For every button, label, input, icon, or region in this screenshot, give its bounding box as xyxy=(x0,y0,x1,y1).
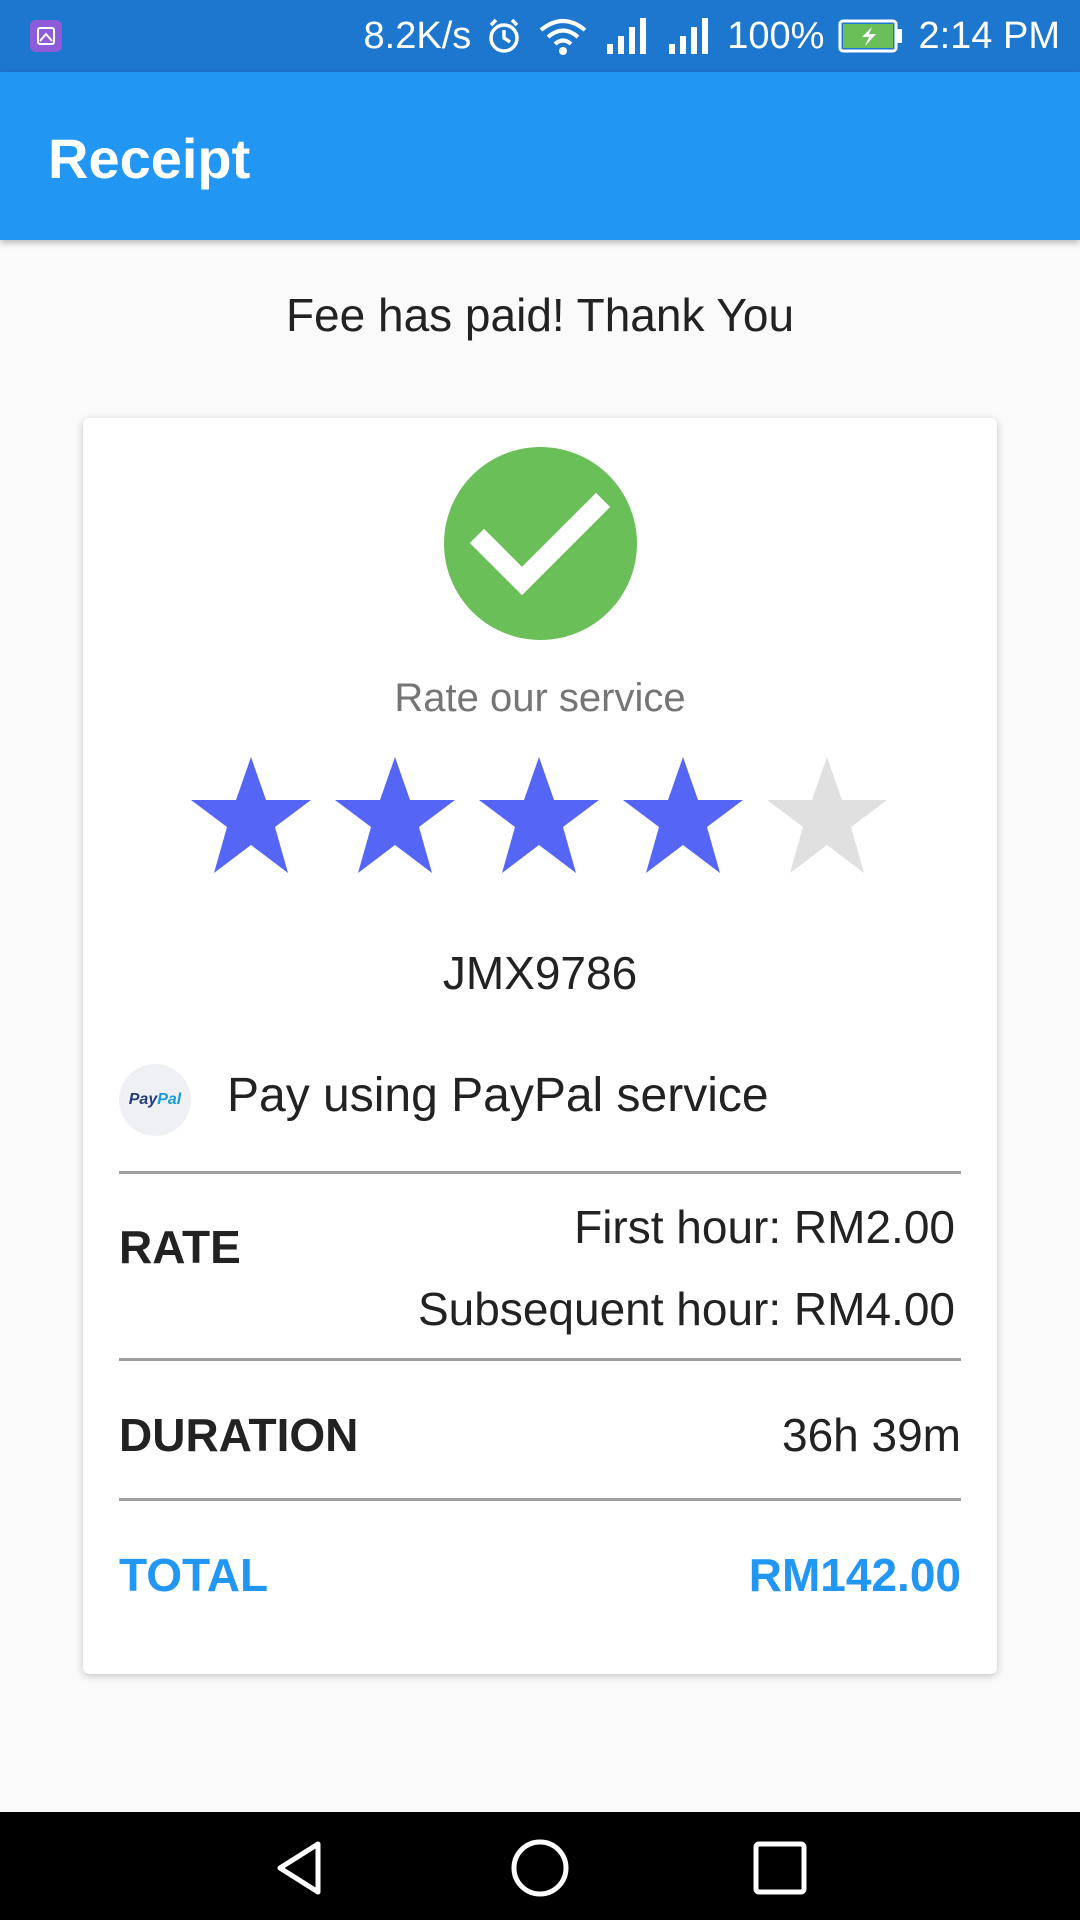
net-speed: 8.2K/s xyxy=(363,14,472,57)
signal-icon xyxy=(603,16,651,56)
app-bar: Receipt xyxy=(0,72,1080,240)
page-title: Receipt xyxy=(48,127,251,190)
payment-method-text: Pay using PayPal service xyxy=(227,1069,769,1122)
plate-number: JMX9786 xyxy=(442,947,638,999)
navigation-bar xyxy=(0,1812,1080,1920)
clock: 2:14 PM xyxy=(918,14,1060,57)
back-icon[interactable] xyxy=(270,1838,330,1898)
receipt-card: Rate our service JMX9786 Pay Pal Pay usin… xyxy=(83,418,997,1674)
star-icon-3-filled[interactable] xyxy=(475,753,603,881)
first-hour-rate: First hour: RM2.00 xyxy=(574,1201,955,1253)
check-circle-icon xyxy=(444,447,637,640)
star-rating[interactable] xyxy=(187,753,893,881)
battery-percent: 100% xyxy=(727,14,825,57)
star-icon-2-filled[interactable] xyxy=(331,753,459,881)
receipt-screen: 8.2K/s 100% 2:14 PM Receipt Fee has paid… xyxy=(0,0,1080,1920)
battery-charging-icon xyxy=(838,19,904,53)
paypal-logo-pal: Pal xyxy=(157,1091,182,1108)
status-bar: 8.2K/s 100% 2:14 PM xyxy=(0,0,1080,72)
divider xyxy=(119,1498,961,1501)
paypal-logo: Pay Pal xyxy=(119,1064,191,1136)
alarm-icon xyxy=(485,17,523,55)
duration-value: 36h 39m xyxy=(781,1409,961,1461)
wifi-icon xyxy=(537,16,589,56)
payment-message: Fee has paid! Thank You xyxy=(285,289,795,341)
duration-label: DURATION xyxy=(119,1409,359,1461)
subsequent-hour-rate: Subsequent hour: RM4.00 xyxy=(417,1283,955,1335)
signal-icon-2 xyxy=(665,16,713,56)
recents-icon[interactable] xyxy=(750,1838,810,1898)
home-icon[interactable] xyxy=(510,1838,570,1898)
star-icon-4-filled[interactable] xyxy=(619,753,747,881)
total-value: RM142.00 xyxy=(748,1549,961,1601)
divider xyxy=(119,1171,961,1174)
divider xyxy=(119,1358,961,1361)
payment-method: Pay Pal Pay using PayPal service xyxy=(119,1064,961,1136)
rate-label: RATE xyxy=(119,1221,241,1273)
star-icon-1-filled[interactable] xyxy=(187,753,315,881)
total-label: TOTAL xyxy=(119,1549,269,1601)
paypal-logo-pay: Pay xyxy=(128,1091,158,1108)
rate-service-label: Rate our service xyxy=(394,676,686,720)
star-icon-5-empty[interactable] xyxy=(763,753,891,881)
app-notification-icon xyxy=(30,20,62,52)
